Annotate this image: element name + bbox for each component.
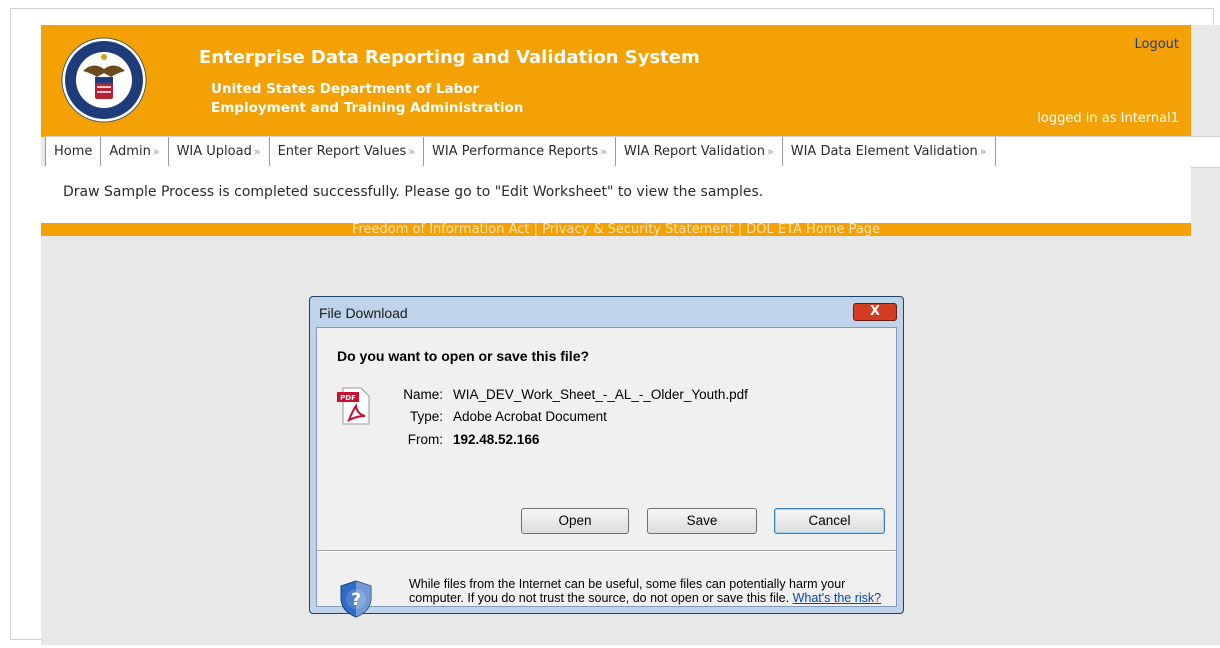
svg-text:?: ? [351, 590, 361, 610]
menu-arrow-icon: » [408, 145, 416, 158]
cancel-button[interactable]: Cancel [774, 508, 885, 534]
footer-separator: | [533, 223, 539, 236]
nav-label: Admin [109, 144, 151, 159]
nav-label: Home [54, 144, 93, 159]
nav-label: Enter Report Values [277, 144, 407, 159]
privacy-link[interactable]: Privacy & Security Statement [542, 223, 733, 236]
foia-link[interactable]: Freedom of Information Act [352, 223, 530, 236]
department-name: United States Department of Labor [211, 81, 480, 97]
message-area: Draw Sample Process is completed success… [41, 166, 1191, 223]
logged-in-status: logged in as Internal1 [1037, 111, 1179, 126]
logout-link[interactable]: Logout [1134, 37, 1179, 52]
nav-item-wia-performance-reports[interactable]: WIA Performance Reports» [424, 137, 616, 167]
nav-item-wia-data-element-validation[interactable]: WIA Data Element Validation» [783, 137, 996, 167]
dialog-body: Do you want to open or save this file? P… [316, 327, 897, 618]
save-button[interactable]: Save [647, 508, 757, 534]
pdf-icon-text: PDF [340, 394, 356, 402]
main-nav: Home Admin» WIA Upload» Enter Report Val… [45, 136, 1220, 168]
nav-item-wia-report-validation[interactable]: WIA Report Validation» [616, 137, 783, 167]
menu-arrow-icon: » [979, 145, 987, 158]
menu-arrow-icon: » [152, 145, 160, 158]
open-button[interactable]: Open [521, 508, 629, 534]
nav-label: WIA Report Validation [623, 144, 765, 159]
nav-item-wia-upload[interactable]: WIA Upload» [169, 137, 270, 167]
footer-separator: | [737, 223, 743, 236]
name-label: Name: [403, 387, 443, 402]
administration-name: Employment and Training Administration [211, 100, 524, 116]
dialog-title: File Download [319, 305, 408, 321]
browser-frame: Enterprise Data Reporting and Validation… [10, 8, 1220, 645]
nav-label: WIA Upload [176, 144, 252, 159]
file-type-value: Adobe Acrobat Document [453, 409, 607, 424]
menu-arrow-icon: » [767, 145, 774, 158]
site-title: Enterprise Data Reporting and Validation… [199, 47, 700, 68]
dol-seal-logo [61, 37, 147, 123]
warning-message: While files from the Internet can be use… [409, 577, 846, 605]
nav-label: WIA Performance Reports [432, 144, 599, 159]
status-message: Draw Sample Process is completed success… [63, 184, 764, 200]
security-warning: ? While files from the Internet can be u… [317, 552, 896, 618]
security-warning-text: While files from the Internet can be use… [409, 577, 889, 605]
file-name-value: WIA_DEV_Work_Sheet_-_AL_-_Older_Youth.pd… [453, 387, 748, 402]
whats-the-risk-link[interactable]: What's the risk? [793, 591, 882, 605]
from-label: From: [407, 432, 443, 447]
dol-eta-home-link[interactable]: DOL ETA Home Page [746, 223, 880, 236]
type-label: Type: [409, 409, 443, 424]
dialog-question: Do you want to open or save this file? [337, 348, 590, 364]
menu-arrow-icon: » [253, 145, 261, 158]
menu-arrow-icon: » [600, 145, 607, 158]
nav-item-admin[interactable]: Admin» [101, 137, 169, 167]
close-button[interactable]: X [853, 303, 897, 321]
file-source-value: 192.48.52.166 [453, 432, 540, 447]
footer-links: Freedom of Information Act | Privacy & S… [41, 223, 1191, 236]
nav-item-enter-report-values[interactable]: Enter Report Values» [270, 137, 425, 167]
security-shield-icon: ? [340, 580, 372, 618]
nav-item-home[interactable]: Home [45, 137, 102, 167]
nav-label: WIA Data Element Validation [790, 144, 978, 159]
file-download-dialog: File Download X Do you want to open or s… [309, 296, 904, 618]
header-banner: Enterprise Data Reporting and Validation… [41, 25, 1191, 137]
